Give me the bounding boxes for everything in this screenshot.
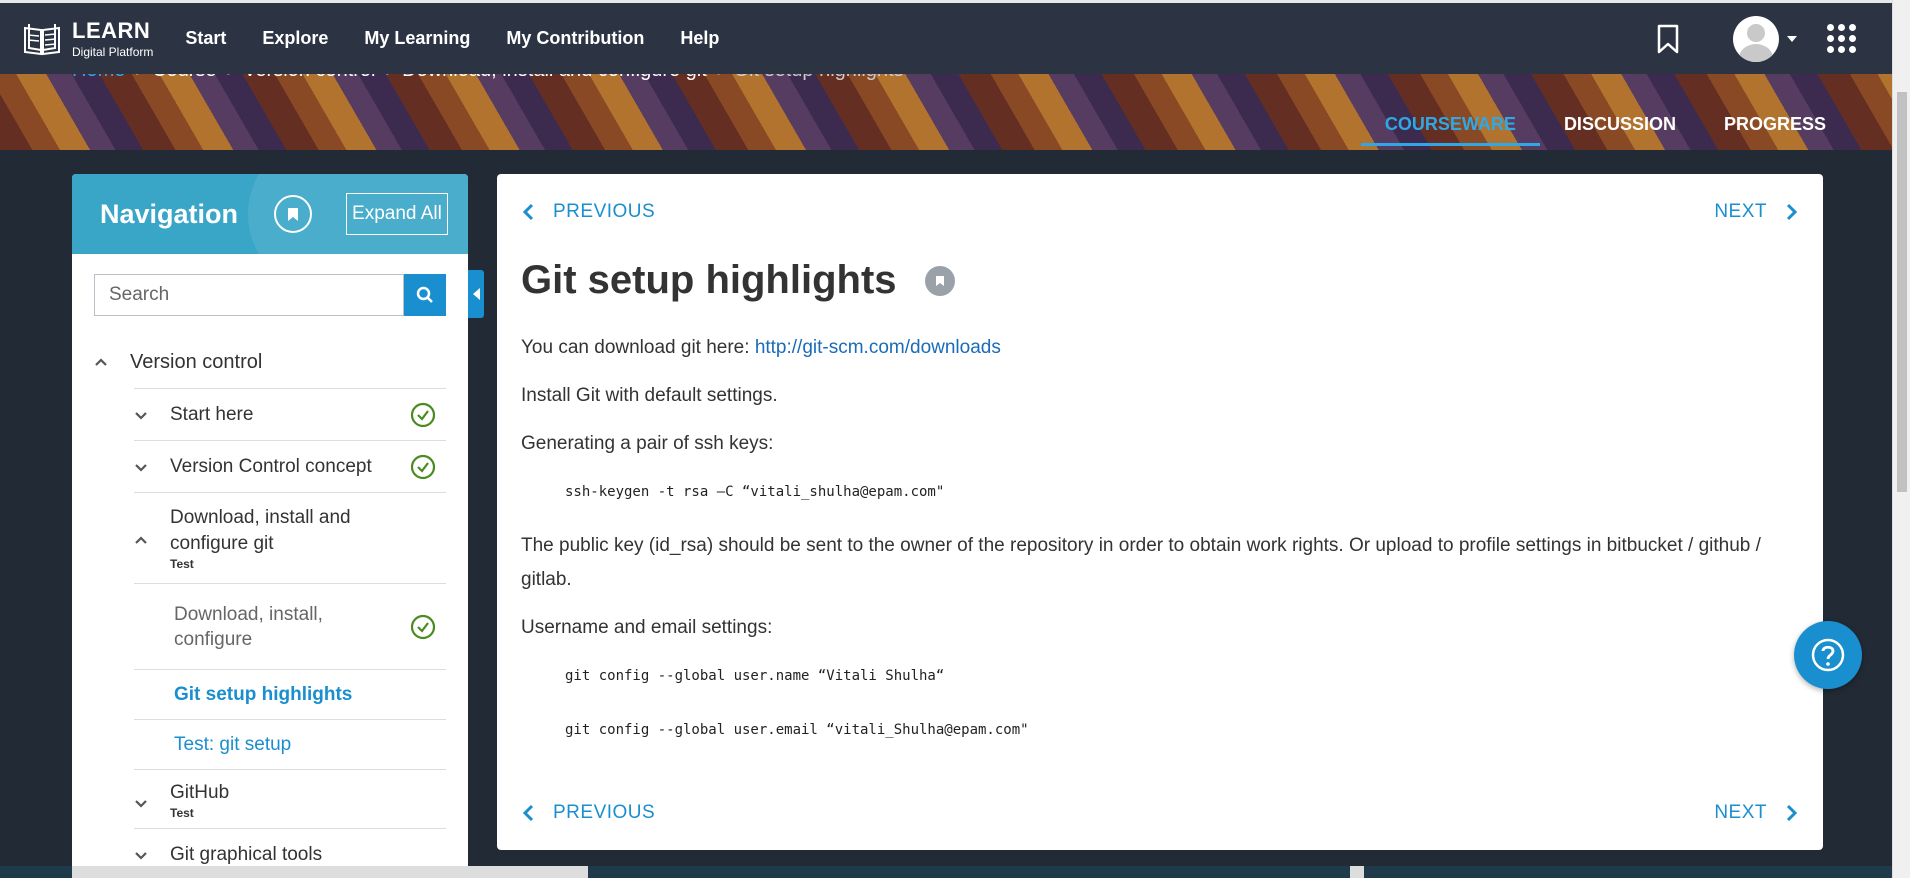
next-label: NEXT: [1714, 201, 1767, 222]
code-git-config-email: git config --global user.email “vitali_S…: [565, 722, 1029, 738]
subsection-version-control-concept[interactable]: Version Control concept: [134, 440, 446, 492]
chevron-right-icon: [1786, 804, 1798, 822]
nav-my-contribution[interactable]: My Contribution: [506, 28, 644, 49]
sidebar-collapse-toggle[interactable]: [468, 270, 484, 318]
subsection-label: Download, install and configure git: [170, 507, 351, 554]
subsection-list: Start here Version Control concept Downl…: [134, 388, 446, 878]
tab-progress[interactable]: PROGRESS: [1700, 114, 1850, 146]
completed-check-icon: [410, 454, 436, 479]
unit-label: Test: git setup: [174, 734, 292, 755]
question-mark-icon: [1811, 638, 1845, 672]
subsection-start-here[interactable]: Start here: [134, 388, 446, 440]
bookmark-icon: [288, 207, 299, 221]
chevron-right-icon: [1786, 203, 1798, 221]
page-title: Git setup highlights: [521, 258, 897, 302]
course-navigation-sidebar: Navigation Expand All Version control St…: [72, 174, 468, 878]
subsection-label: Version Control concept: [170, 455, 372, 477]
search-input[interactable]: [94, 274, 405, 316]
subsection-download-install-configure[interactable]: Download, install and configure git Test: [134, 492, 446, 583]
previous-button[interactable]: PREVIOUS: [521, 201, 655, 223]
tab-courseware[interactable]: COURSEWARE: [1360, 114, 1540, 146]
bookmark-unit-button[interactable]: [924, 265, 955, 296]
chevron-down-icon: [135, 851, 147, 860]
previous-label: PREVIOUS: [553, 201, 656, 222]
user-avatar[interactable]: [1733, 15, 1779, 62]
chevron-down-icon: [135, 411, 147, 420]
subsection-label: Git graphical tools: [170, 843, 323, 865]
section-version-control[interactable]: Version control: [94, 346, 468, 378]
chevron-down-icon: [135, 463, 147, 472]
paragraph-download: You can download git here: http://git-sc…: [521, 331, 1799, 365]
bookmark-icon[interactable]: [1655, 24, 1681, 54]
paragraph-ssh: Generating a pair of ssh keys:: [521, 433, 774, 454]
code-ssh-keygen: ssh-keygen -t rsa –C “vitali_shulha@epam…: [565, 484, 945, 500]
completed-check-icon: [410, 402, 436, 427]
paragraph-username: Username and email settings:: [521, 617, 773, 638]
sidebar-search: [94, 274, 446, 316]
code-git-config-name: git config --global user.name “Vitali Sh…: [565, 668, 945, 684]
nav-help[interactable]: Help: [680, 28, 719, 49]
scrollbar-thumb[interactable]: [1897, 92, 1907, 492]
nav-my-learning[interactable]: My Learning: [364, 28, 470, 49]
paragraph-text: You can download git here:: [521, 337, 755, 358]
subsection-label: Start here: [170, 403, 254, 425]
sidebar-header: Navigation Expand All: [72, 174, 468, 254]
main-nav: Start Explore My Learning My Contributio…: [185, 28, 755, 49]
chevron-up-icon: [135, 536, 147, 544]
unit-git-setup-highlights[interactable]: Git setup highlights: [134, 669, 446, 719]
unit-title-row: Git setup highlights: [521, 258, 1799, 303]
previous-label: PREVIOUS: [553, 802, 656, 823]
top-navigation-bar: LEARN Digital Platform Start Explore My …: [0, 0, 1892, 74]
previous-button[interactable]: PREVIOUS: [521, 802, 655, 824]
sidebar-bookmarks-button[interactable]: [274, 195, 313, 233]
next-label: NEXT: [1714, 802, 1767, 823]
logo-subtitle: Digital Platform: [72, 44, 154, 59]
sequence-nav-top: PREVIOUS NEXT: [521, 174, 1799, 246]
user-menu-caret-icon[interactable]: [1787, 35, 1797, 42]
course-tabs: COURSEWARE DISCUSSION PROGRESS: [1360, 114, 1850, 146]
search-button[interactable]: [404, 274, 446, 316]
git-download-link[interactable]: http://git-scm.com/downloads: [755, 337, 1001, 358]
section-label: Version control: [130, 350, 263, 373]
subsection-label: GitHub: [170, 782, 230, 803]
learn-logo[interactable]: LEARN Digital Platform: [22, 17, 154, 59]
page-scrollbar[interactable]: [1892, 0, 1910, 878]
next-button[interactable]: NEXT: [1714, 802, 1799, 824]
sequence-nav-bottom: PREVIOUS NEXT: [521, 772, 1799, 850]
help-button[interactable]: [1794, 621, 1862, 689]
tab-discussion[interactable]: DISCUSSION: [1540, 114, 1700, 146]
chevron-left-icon: [472, 288, 480, 300]
unit-label: Git setup highlights: [174, 684, 353, 705]
chevron-down-icon: [135, 800, 147, 808]
apps-grid-icon[interactable]: [1827, 24, 1856, 53]
next-button[interactable]: NEXT: [1714, 201, 1799, 223]
taskbar-tray-item[interactable]: [1350, 866, 1364, 878]
logo-title: LEARN: [72, 17, 151, 43]
unit-label: Download, install, configure: [174, 603, 323, 650]
unit-test-git-setup[interactable]: Test: git setup: [134, 719, 446, 769]
sidebar-title: Navigation: [100, 198, 239, 229]
paragraph-public-key: The public key (id_rsa) should be sent t…: [521, 535, 1761, 590]
taskbar-window[interactable]: [72, 866, 588, 878]
taskbar: [0, 866, 1892, 878]
unit-content-panel: PREVIOUS NEXT Git setup highlights You c…: [497, 174, 1823, 850]
unit-body: You can download git here: http://git-sc…: [521, 331, 1799, 747]
nav-explore[interactable]: Explore: [262, 28, 328, 49]
expand-all-button[interactable]: Expand All: [346, 193, 448, 235]
paragraph-install: Install Git with default settings.: [521, 385, 778, 406]
nav-start[interactable]: Start: [185, 28, 226, 49]
book-logo-icon: [24, 23, 60, 55]
subsection-test-tag: Test: [170, 557, 194, 571]
unit-download-install-configure[interactable]: Download, install, configure: [134, 583, 446, 669]
completed-check-icon: [410, 614, 436, 639]
course-tree: Version control Start here Version Contr…: [72, 346, 468, 878]
search-icon: [416, 286, 434, 303]
chevron-left-icon: [522, 804, 534, 822]
subsection-test-tag: Test: [170, 806, 194, 820]
bookmark-icon: [935, 275, 944, 286]
chevron-up-icon: [95, 358, 107, 366]
chevron-left-icon: [522, 203, 534, 221]
subsection-github[interactable]: GitHub Test: [134, 769, 446, 828]
